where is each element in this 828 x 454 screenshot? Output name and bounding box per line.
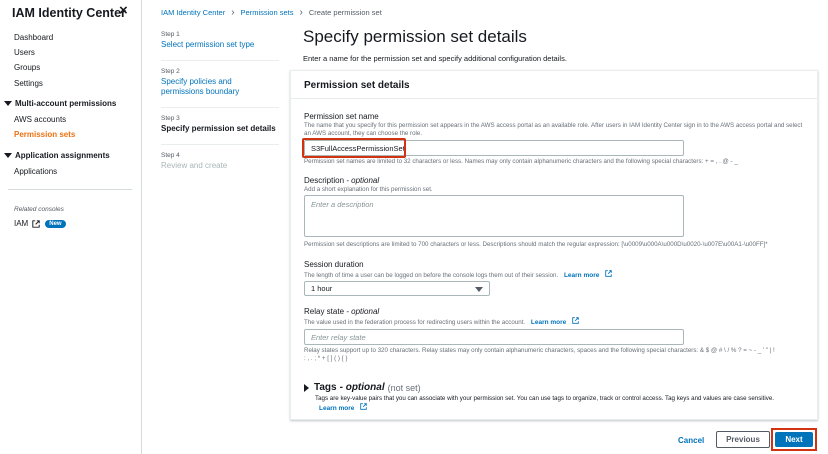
sidebar-item-groups[interactable]: Groups: [14, 63, 40, 72]
tags-description: Tags are key-value pairs that you can as…: [315, 395, 775, 413]
sidebar-item-iam[interactable]: IAM New: [14, 219, 66, 228]
caret-down-icon: [475, 287, 483, 292]
wizard-step-1: Step 1 Select permission set type: [161, 31, 254, 50]
relay-state-help-text: The value used in the federation process…: [304, 319, 526, 326]
step-link-select-type[interactable]: Select permission set type: [161, 40, 254, 50]
external-link-icon: [360, 403, 367, 410]
tags-description-text: Tags are key-value pairs that you can as…: [315, 395, 775, 402]
relay-state-input[interactable]: Enter relay state: [304, 329, 684, 345]
panel-header: Permission set details: [304, 80, 410, 91]
permission-set-name-label: Permission set name: [304, 112, 379, 121]
step-current-label: Specify permission set details: [161, 124, 276, 133]
next-button[interactable]: Next: [775, 432, 813, 447]
step-divider: [161, 144, 279, 145]
description-constraint: Permission set descriptions are limited …: [304, 241, 768, 248]
relay-state-label: Relay state - optional: [304, 307, 379, 316]
external-link-icon: [605, 270, 612, 277]
chevron-right-icon: ›: [231, 6, 235, 18]
sidebar-item-aws-accounts[interactable]: AWS accounts: [14, 115, 66, 124]
cancel-button[interactable]: Cancel: [678, 436, 704, 445]
session-duration-value: 1 hour: [311, 284, 333, 293]
breadcrumb-permission-sets[interactable]: Permission sets: [241, 8, 294, 17]
step-number: Step 1: [161, 31, 180, 38]
optional-tag: - optional: [339, 382, 385, 393]
page-description: Enter a name for the permission set and …: [303, 54, 567, 63]
tags-expander[interactable]: Tags - optional (not set): [304, 382, 421, 393]
relay-state-help: The value used in the federation process…: [304, 317, 579, 327]
session-learn-more-link[interactable]: Learn more: [564, 272, 599, 279]
step-number: Step 3: [161, 115, 180, 122]
wizard-step-4: Step 4 Review and create: [161, 152, 227, 171]
caret-right-icon: [304, 383, 309, 392]
previous-button[interactable]: Previous: [716, 431, 770, 448]
permission-set-name-help: The name that you specify for this permi…: [304, 122, 803, 137]
sidebar-item-applications[interactable]: Applications: [14, 167, 57, 176]
sidebar-section-label: Multi-account permissions: [15, 99, 117, 108]
description-textarea[interactable]: Enter a description: [304, 195, 684, 237]
iam-link[interactable]: IAM: [14, 219, 28, 228]
related-consoles-label: Related consoles: [14, 206, 64, 213]
optional-tag: - optional: [346, 307, 380, 316]
breadcrumb-create-permission-set: Create permission set: [308, 8, 382, 17]
tags-label: Tags: [314, 382, 337, 393]
step-divider: [161, 60, 279, 61]
wizard-step-3: Step 3 Specify permission set details: [161, 115, 276, 134]
tags-learn-more-link[interactable]: Learn more: [319, 405, 354, 412]
session-duration-select[interactable]: 1 hour: [304, 281, 490, 296]
chevron-right-icon: ›: [299, 6, 303, 18]
description-help: Add a short explanation for this permiss…: [304, 186, 433, 193]
relay-state-constraint: Relay states support up to 320 character…: [304, 347, 775, 354]
sidebar-section-application-assignments[interactable]: Application assignments: [4, 151, 110, 160]
description-label: Description - optional: [304, 176, 379, 185]
session-duration-label: Session duration: [304, 260, 364, 269]
session-duration-help-text: The length of time a user can be logged …: [304, 272, 559, 279]
sidebar-item-dashboard[interactable]: Dashboard: [14, 33, 53, 42]
breadcrumb: IAM Identity Center › Permission sets › …: [161, 6, 382, 18]
permission-set-details-panel: Permission set details Permission set na…: [290, 70, 818, 420]
step-link-specify-policies[interactable]: Specify policies and permissions boundar…: [161, 77, 251, 97]
description-label-text: Description: [304, 176, 345, 185]
sidebar-divider: [8, 189, 132, 190]
relay-state-constraint-2: : , . ; * + [ ] ( ) { }: [304, 355, 348, 362]
sidebar: IAM Identity Center × Dashboard Users Gr…: [0, 0, 142, 454]
session-duration-help: The length of time a user can be logged …: [304, 270, 612, 280]
wizard-step-2: Step 2 Specify policies and permissions …: [161, 68, 251, 97]
caret-down-icon: [4, 101, 12, 106]
relay-learn-more-link[interactable]: Learn more: [531, 319, 566, 326]
external-link-icon: [572, 317, 579, 324]
caret-down-icon: [4, 153, 12, 158]
sidebar-section-label: Application assignments: [15, 151, 110, 160]
sidebar-title: IAM Identity Center: [12, 6, 126, 20]
panel-divider: [291, 98, 817, 99]
optional-tag: - optional: [346, 176, 380, 185]
new-badge: New: [45, 219, 66, 228]
relay-state-label-text: Relay state: [304, 307, 345, 316]
sidebar-section-multi-account[interactable]: Multi-account permissions: [4, 99, 116, 108]
page-title: Specify permission set details: [303, 27, 527, 46]
external-link-icon: [32, 219, 40, 228]
sidebar-item-permission-sets[interactable]: Permission sets: [14, 130, 75, 139]
permission-set-name-constraint: Permission set names are limited to 32 c…: [304, 158, 738, 165]
close-icon[interactable]: ×: [119, 2, 128, 19]
tags-not-set: (not set): [387, 382, 421, 393]
sidebar-item-settings[interactable]: Settings: [14, 79, 43, 88]
breadcrumb-iam-identity-center[interactable]: IAM Identity Center: [161, 8, 225, 17]
step-divider: [161, 107, 279, 108]
name-input-highlight: [302, 138, 406, 158]
step-number: Step 2: [161, 68, 180, 75]
step-number: Step 4: [161, 152, 180, 159]
step-disabled-label: Review and create: [161, 161, 228, 170]
sidebar-item-users[interactable]: Users: [14, 48, 35, 57]
